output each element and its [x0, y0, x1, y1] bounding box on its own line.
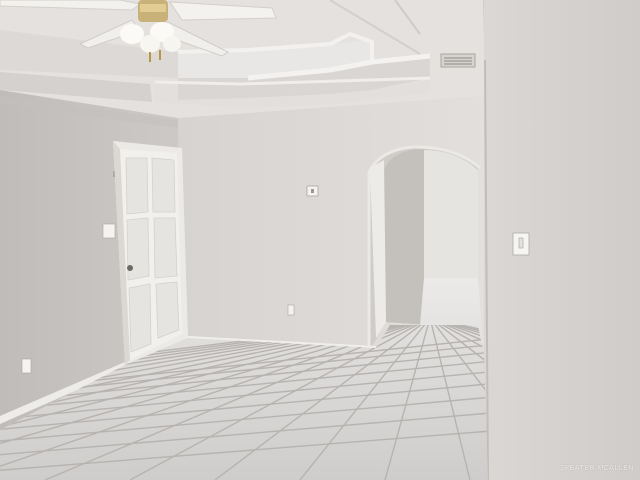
ceiling-vent: [440, 53, 476, 68]
back-wall: [178, 96, 484, 355]
room-photo: GREATER MCALLEN: [0, 0, 640, 480]
right-wall: [484, 0, 640, 480]
outlet-icon: [287, 304, 295, 316]
watermark-text: GREATER MCALLEN: [558, 465, 634, 472]
room-illustration: [0, 0, 640, 480]
light-switch-icon: [102, 223, 116, 239]
outlet-icon: [21, 358, 32, 374]
door-knob-icon: [127, 265, 133, 271]
